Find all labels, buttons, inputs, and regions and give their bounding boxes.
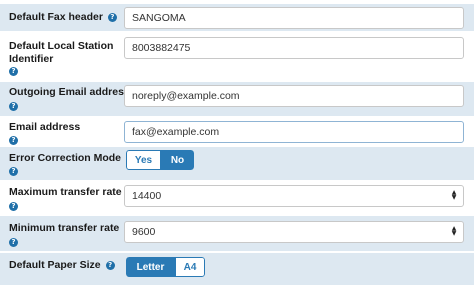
- fax-header-label-text: Default Fax header: [9, 11, 103, 23]
- help-icon[interactable]: ?: [9, 136, 18, 145]
- row-paper-size: Default Paper Size? Letter A4: [0, 253, 474, 285]
- paper-option-a4[interactable]: A4: [175, 257, 205, 277]
- row-outgoing-email: Outgoing Email address ? noreply@example…: [0, 82, 474, 116]
- row-email: Email address ? fax@example.com: [0, 118, 474, 147]
- outgoing-email-label: Outgoing Email address: [9, 86, 130, 98]
- paper-option-letter[interactable]: Letter: [126, 257, 175, 277]
- station-id-label: Default Local Station Identifier: [9, 40, 114, 65]
- fax-header-input[interactable]: SANGOMA: [124, 7, 464, 29]
- help-icon[interactable]: ?: [9, 167, 18, 176]
- max-rate-select[interactable]: 14400 ▲ ▼: [124, 185, 464, 207]
- station-id-input[interactable]: 8003882475: [124, 37, 464, 59]
- row-ecm: Error Correction Mode ? Yes No: [0, 147, 474, 180]
- paper-size-toggle: Letter A4: [126, 257, 205, 277]
- help-icon[interactable]: ?: [107, 13, 117, 22]
- email-input[interactable]: fax@example.com: [124, 121, 464, 143]
- ecm-option-no[interactable]: No: [161, 150, 194, 170]
- max-rate-label: Maximum transfer rate: [9, 186, 122, 198]
- updown-arrows-icon: ▲ ▼: [451, 225, 457, 237]
- updown-arrows-icon: ▲ ▼: [451, 189, 457, 201]
- help-icon[interactable]: ?: [105, 261, 115, 270]
- ecm-toggle: Yes No: [126, 150, 194, 170]
- ecm-option-yes[interactable]: Yes: [126, 150, 161, 170]
- row-station-id: Default Local Station Identifier ? 80038…: [0, 35, 474, 79]
- help-icon[interactable]: ?: [9, 102, 18, 111]
- ecm-label: Error Correction Mode: [9, 152, 122, 164]
- paper-size-label-text: Default Paper Size: [9, 259, 101, 271]
- min-rate-select[interactable]: 9600 ▲ ▼: [124, 221, 464, 243]
- help-icon[interactable]: ?: [9, 202, 18, 211]
- min-rate-label: Minimum transfer rate: [9, 222, 120, 234]
- row-max-rate: Maximum transfer rate ? 14400 ▲ ▼: [0, 181, 474, 215]
- help-icon[interactable]: ?: [9, 67, 18, 76]
- fax-header-label: Default Fax header?: [9, 11, 117, 24]
- outgoing-email-input[interactable]: noreply@example.com: [124, 85, 464, 107]
- row-min-rate: Minimum transfer rate ? 9600 ▲ ▼: [0, 216, 474, 251]
- max-rate-value: 14400: [132, 190, 162, 202]
- min-rate-value: 9600: [132, 226, 156, 238]
- paper-size-label: Default Paper Size?: [9, 259, 115, 272]
- email-label: Email address: [9, 121, 81, 133]
- row-fax-header: Default Fax header? SANGOMA: [0, 4, 474, 31]
- help-icon[interactable]: ?: [9, 238, 18, 247]
